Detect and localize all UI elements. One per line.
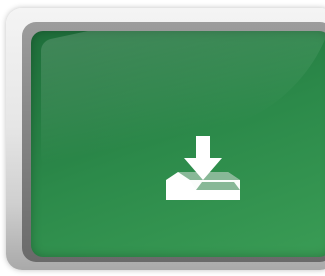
download-to-inbox-icon	[166, 136, 240, 200]
download-tile[interactable]	[31, 31, 325, 257]
